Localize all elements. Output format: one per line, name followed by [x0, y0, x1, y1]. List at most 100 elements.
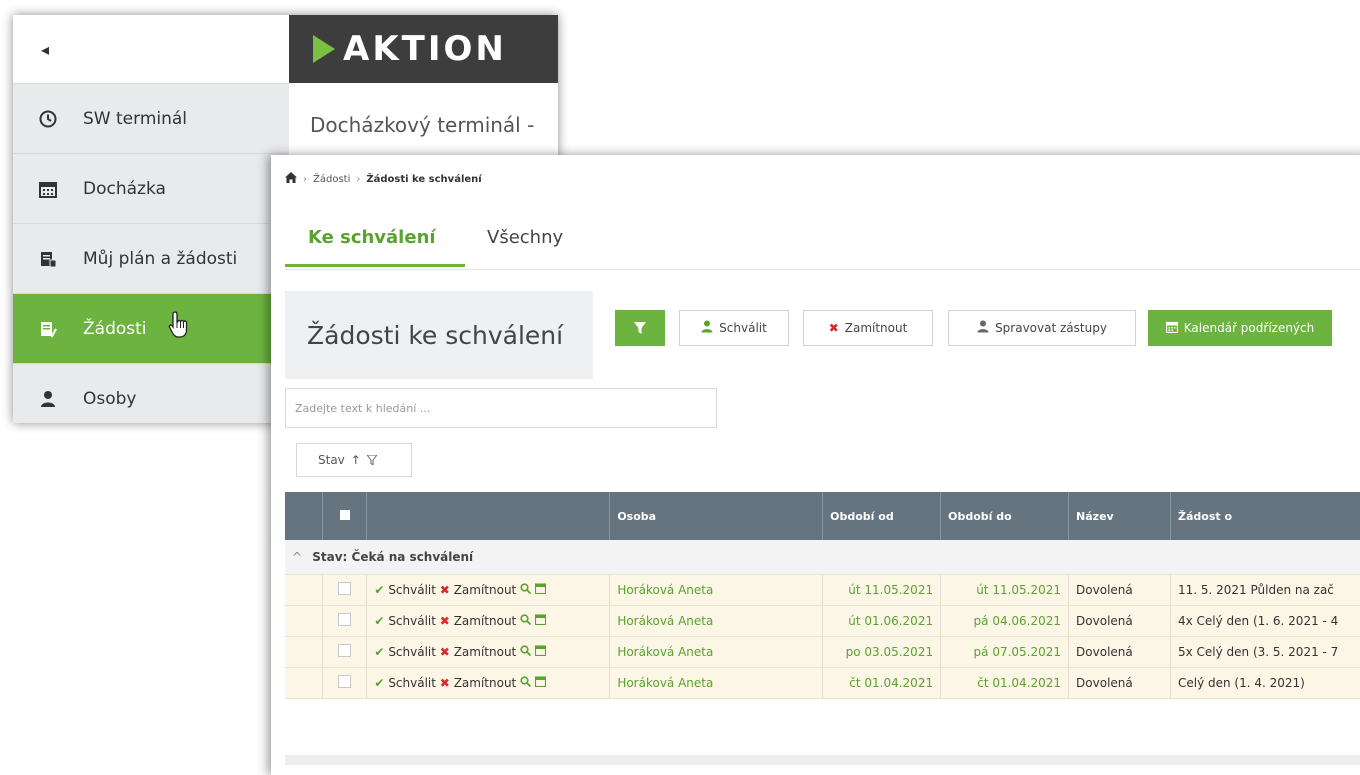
close-icon: ✖ [828, 321, 839, 335]
row-checkbox[interactable] [338, 613, 352, 626]
calendar-icon[interactable] [534, 583, 546, 597]
approve-button[interactable]: Schválit [679, 310, 789, 346]
row-checkbox[interactable] [338, 675, 352, 688]
calendar-icon[interactable] [534, 614, 546, 628]
table-row[interactable]: ✔ Schválit ✖ Zamítnout Horáková Aneta út… [285, 605, 1360, 637]
sort-chip-label: Stav [318, 453, 345, 467]
row-person[interactable]: Horáková Aneta [609, 574, 824, 606]
search-icon[interactable] [520, 614, 532, 628]
close-icon[interactable]: ✖ [440, 614, 450, 628]
sort-asc-icon[interactable]: ↑ [351, 453, 361, 467]
header-nazev[interactable]: Název [1068, 492, 1171, 540]
check-icon[interactable]: ✔ [374, 583, 384, 597]
search-icon[interactable] [520, 645, 532, 659]
requests-window: › Žádosti › Žádosti ke schválení Ke schv… [271, 155, 1360, 775]
row-reject-link[interactable]: Zamítnout [454, 583, 517, 597]
sidebar-item-label: Můj plán a žádosti [83, 248, 238, 269]
table-row[interactable]: ✔ Schválit ✖ Zamítnout Horáková Aneta út… [285, 574, 1360, 606]
row-person[interactable]: Horáková Aneta [609, 605, 824, 637]
row-spacer [285, 667, 324, 699]
close-icon[interactable]: ✖ [440, 645, 450, 659]
search-input[interactable]: Zadejte text k hledání ... [285, 388, 717, 428]
subordinates-calendar-button[interactable]: Kalendář podřízených [1148, 310, 1332, 346]
row-checkbox[interactable] [338, 644, 352, 657]
row-actions: ✔ Schválit ✖ Zamítnout [366, 667, 611, 699]
sidebar-collapse-button[interactable]: ◂ [13, 15, 289, 83]
filter-button[interactable] [615, 310, 665, 346]
horizontal-scrollbar[interactable] [285, 755, 1360, 765]
table-row[interactable]: ✔ Schválit ✖ Zamítnout Horáková Aneta čt… [285, 667, 1360, 699]
row-checkbox[interactable] [338, 582, 352, 595]
header-obdobi-do[interactable]: Období do [940, 492, 1070, 540]
table-row[interactable]: ✔ Schválit ✖ Zamítnout Horáková Aneta po… [285, 636, 1360, 668]
row-approve-link[interactable]: Schválit [388, 583, 436, 597]
sidebar-item-label: Osoby [83, 388, 137, 409]
tab-ke-schvaleni[interactable]: Ke schválení [285, 227, 465, 267]
tab-bar: Ke schválení Všechny [285, 217, 1360, 270]
header-osoba[interactable]: Osoba [609, 492, 824, 540]
header-select-all[interactable] [322, 492, 368, 540]
row-reject-link[interactable]: Zamítnout [454, 614, 517, 628]
approve-button-label: Schválit [719, 321, 767, 335]
chevron-up-icon[interactable]: ^ [292, 550, 302, 564]
row-date-to: út 11.05.2021 [940, 574, 1070, 606]
row-name: Dovolená [1068, 667, 1171, 699]
check-icon[interactable]: ✔ [374, 645, 384, 659]
sidebar-item-osoby[interactable]: Osoby [13, 363, 289, 423]
sidebar-item-label: Žádosti [83, 318, 147, 339]
group-row[interactable]: ^ Stav: Čeká na schválení [285, 540, 1360, 575]
page-title: Žádosti ke schválení [285, 291, 593, 379]
manage-substitutes-button[interactable]: Spravovat zástupy [948, 310, 1136, 346]
search-icon[interactable] [520, 676, 532, 690]
row-approve-link[interactable]: Schválit [388, 614, 436, 628]
check-icon[interactable]: ✔ [374, 614, 384, 628]
row-spacer [285, 636, 324, 668]
sidebar-item-sw-terminal[interactable]: SW terminál [13, 83, 289, 153]
home-icon[interactable] [285, 172, 297, 186]
header-zadost-o[interactable]: Žádost o [1170, 492, 1360, 540]
row-approve-link[interactable]: Schválit [388, 676, 436, 690]
tab-vsechny[interactable]: Všechny [487, 227, 563, 264]
requests-table: Osoba Období od Období do Název Žádost o… [285, 492, 1360, 699]
search-icon[interactable] [520, 583, 532, 597]
reject-button[interactable]: ✖ Zamítnout [803, 310, 933, 346]
calendar-icon [37, 180, 59, 198]
sidebar-item-dochazka[interactable]: Docházka [13, 153, 289, 223]
group-header[interactable]: ^ Stav: Čeká na schválení [285, 540, 1360, 575]
close-icon[interactable]: ✖ [440, 583, 450, 597]
sidebar-item-label: SW terminál [83, 108, 188, 129]
row-name: Dovolená [1068, 605, 1171, 637]
hand-cursor-icon [167, 310, 191, 347]
breadcrumb-zadosti[interactable]: Žádosti [313, 174, 350, 185]
calendar-icon[interactable] [534, 645, 546, 659]
row-checkbox-cell[interactable] [322, 667, 368, 699]
sidebar-item-zadosti[interactable]: Žádosti [13, 293, 289, 363]
filter-icon[interactable] [366, 455, 377, 465]
row-checkbox-cell[interactable] [322, 636, 368, 668]
row-person[interactable]: Horáková Aneta [609, 636, 824, 668]
row-reject-link[interactable]: Zamítnout [454, 645, 517, 659]
sidebar: ◂ SW terminál Docházka Můj plán a žádost… [13, 15, 289, 423]
header-obdobi-od[interactable]: Období od [822, 492, 942, 540]
row-request: 11. 5. 2021 Půlden na zač [1170, 574, 1360, 606]
sort-chip-stav[interactable]: Stav ↑ [296, 443, 412, 477]
manage-substitutes-label: Spravovat zástupy [995, 321, 1107, 335]
row-date-from: út 01.06.2021 [822, 605, 942, 637]
breadcrumb-separator-icon: › [303, 173, 307, 185]
row-checkbox-cell[interactable] [322, 605, 368, 637]
calendar-icon[interactable] [534, 676, 546, 690]
row-reject-link[interactable]: Zamítnout [454, 676, 517, 690]
row-approve-link[interactable]: Schválit [388, 645, 436, 659]
row-person[interactable]: Horáková Aneta [609, 667, 824, 699]
check-icon[interactable]: ✔ [374, 676, 384, 690]
row-actions: ✔ Schválit ✖ Zamítnout [366, 605, 611, 637]
row-spacer [285, 605, 324, 637]
row-request: Celý den (1. 4. 2021) [1170, 667, 1360, 699]
sidebar-item-muj-plan[interactable]: Můj plán a žádosti [13, 223, 289, 293]
row-date-to: pá 07.05.2021 [940, 636, 1070, 668]
select-all-checkbox[interactable] [339, 509, 350, 520]
calendar-icon [1165, 321, 1178, 336]
row-actions: ✔ Schválit ✖ Zamítnout [366, 636, 611, 668]
row-checkbox-cell[interactable] [322, 574, 368, 606]
close-icon[interactable]: ✖ [440, 676, 450, 690]
